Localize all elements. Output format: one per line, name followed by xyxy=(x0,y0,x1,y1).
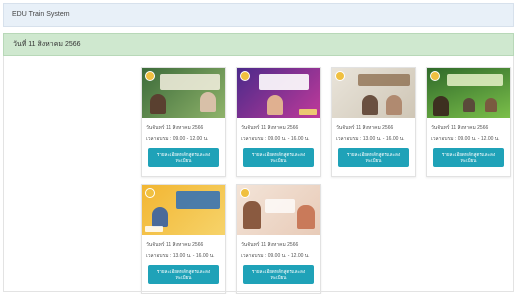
course-time: เวลาอบรม : 09.00 - 12.00 น. xyxy=(146,136,209,142)
course-thumbnail xyxy=(142,185,225,235)
speaker-photo xyxy=(463,98,475,112)
course-time: เวลาอบรม : 13.00 น. - 16.00 น. xyxy=(146,253,215,259)
logo-icon xyxy=(145,188,155,198)
logo-icon xyxy=(430,71,440,81)
course-thumbnail xyxy=(332,68,415,118)
speaker-photo xyxy=(433,96,449,116)
course-detail-button[interactable]: รายละเอียดหลักสูตรและลงทะเบียน xyxy=(433,148,504,167)
course-time: เวลาอบรม : 09.00 น. - 12.00 น. xyxy=(431,136,500,142)
course-card: วันจันทร์ 11 สิงหาคม 2566 เวลาอบรม : 13.… xyxy=(141,184,226,294)
course-date: วันจันทร์ 11 สิงหาคม 2566 xyxy=(146,125,204,131)
course-card: วันจันทร์ 11 สิงหาคม 2566 เวลาอบรม : 09.… xyxy=(236,67,321,177)
course-card: วันจันทร์ 11 สิงหาคม 2566 เวลาอบรม : 09.… xyxy=(426,67,511,177)
course-card: วันจันทร์ 11 สิงหาคม 2566 เวลาอบรม : 09.… xyxy=(236,184,321,294)
course-card: วันจันทร์ 11 สิงหาคม 2566 เวลาอบรม : 13.… xyxy=(331,67,416,177)
speaker-photo xyxy=(150,94,166,114)
date-header: วันที่ 11 สิงหาคม 2566 xyxy=(3,33,514,56)
logo-icon xyxy=(240,188,250,198)
course-time: เวลาอบรม : 09.00 น. - 16.00 น. xyxy=(241,136,310,142)
speaker-photo xyxy=(362,95,378,115)
logo-icon xyxy=(240,71,250,81)
course-date: วันจันทร์ 11 สิงหาคม 2566 xyxy=(336,125,394,131)
course-thumbnail xyxy=(237,68,320,118)
app-header: EDU Train System xyxy=(3,3,514,27)
course-time: เวลาอบรม : 09.00 น. - 12.00 น. xyxy=(241,253,310,259)
course-detail-button[interactable]: รายละเอียดหลักสูตรและลงทะเบียน xyxy=(148,148,219,167)
course-thumbnail xyxy=(237,185,320,235)
course-card: วันจันทร์ 11 สิงหาคม 2566 เวลาอบรม : 09.… xyxy=(141,67,226,177)
course-date: วันจันทร์ 11 สิงหาคม 2566 xyxy=(146,242,204,248)
speaker-photo xyxy=(297,205,315,229)
speaker-photo xyxy=(386,95,402,115)
course-detail-button[interactable]: รายละเอียดหลักสูตรและลงทะเบียน xyxy=(338,148,409,167)
speaker-photo xyxy=(200,92,216,112)
course-detail-button[interactable]: รายละเอียดหลักสูตรและลงทะเบียน xyxy=(243,265,314,284)
course-date: วันจันทร์ 11 สิงหาคม 2566 xyxy=(241,242,299,248)
logo-icon xyxy=(145,71,155,81)
course-detail-button[interactable]: รายละเอียดหลักสูตรและลงทะเบียน xyxy=(148,265,219,284)
speaker-photo xyxy=(267,95,283,115)
course-thumbnail xyxy=(142,68,225,118)
course-date: วันจันทร์ 11 สิงหาคม 2566 xyxy=(431,125,489,131)
app-title: EDU Train System xyxy=(12,11,70,18)
logo-icon xyxy=(335,71,345,81)
speaker-photo xyxy=(152,207,168,227)
course-panel: วันจันทร์ 11 สิงหาคม 2566 เวลาอบรม : 09.… xyxy=(3,56,514,294)
course-detail-button[interactable]: รายละเอียดหลักสูตรและลงทะเบียน xyxy=(243,148,314,167)
course-thumbnail xyxy=(427,68,510,118)
course-time: เวลาอบรม : 13.00 น. - 16.00 น. xyxy=(336,136,405,142)
course-date: วันจันทร์ 11 สิงหาคม 2566 xyxy=(241,125,299,131)
speaker-photo xyxy=(485,98,497,112)
speaker-photo xyxy=(243,201,261,229)
date-label: วันที่ 11 สิงหาคม 2566 xyxy=(13,41,81,48)
